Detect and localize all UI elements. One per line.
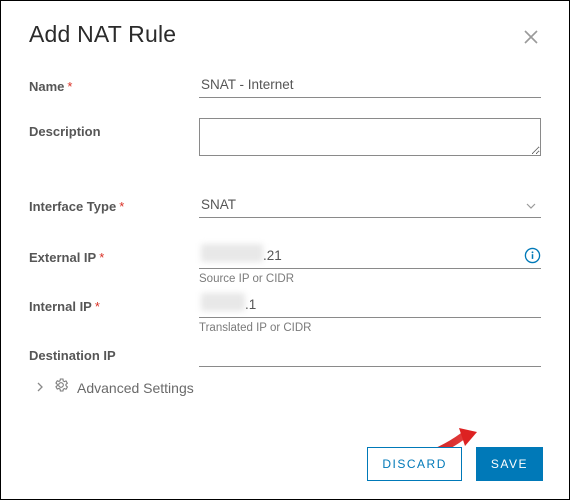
destination-ip-input[interactable] [199,342,541,367]
row-interface-type: Interface Type* [29,193,541,218]
label-destination-ip: Destination IP [29,342,199,363]
save-button[interactable]: SAVE [476,447,543,481]
label-name: Name* [29,73,199,94]
interface-type-select[interactable] [199,193,541,218]
modal-header: Add NAT Rule [29,21,541,51]
row-description: Description [29,118,541,161]
label-external-ip: External IP* [29,244,199,265]
internal-ip-input[interactable]: .1 [199,293,541,318]
internal-ip-hint: Translated IP or CIDR [199,322,541,334]
add-nat-rule-modal: Add NAT Rule Name* Description Interface… [0,0,570,500]
name-input[interactable] [199,73,541,98]
external-ip-input[interactable]: .21 [199,244,541,269]
label-interface-type: Interface Type* [29,193,199,214]
row-internal-ip: Internal IP* .1 Translated IP or CIDR [29,293,541,336]
label-internal-ip: Internal IP* [29,293,199,314]
close-icon[interactable] [521,25,541,51]
modal-title: Add NAT Rule [29,21,176,48]
caret-right-icon [35,379,45,397]
description-textarea[interactable] [199,118,541,156]
discard-button[interactable]: DISCARD [367,447,462,481]
advanced-settings-label: Advanced Settings [77,380,194,396]
row-external-ip: External IP* .21 Source IP or CIDR [29,244,541,287]
info-icon[interactable] [524,247,541,269]
advanced-settings-toggle[interactable]: Advanced Settings [35,377,541,398]
row-destination-ip: Destination IP [29,342,541,367]
external-ip-hint: Source IP or CIDR [199,273,541,285]
label-description: Description [29,118,199,139]
modal-footer: DISCARD SAVE [367,447,543,481]
row-name: Name* [29,73,541,98]
gear-icon [53,377,69,398]
